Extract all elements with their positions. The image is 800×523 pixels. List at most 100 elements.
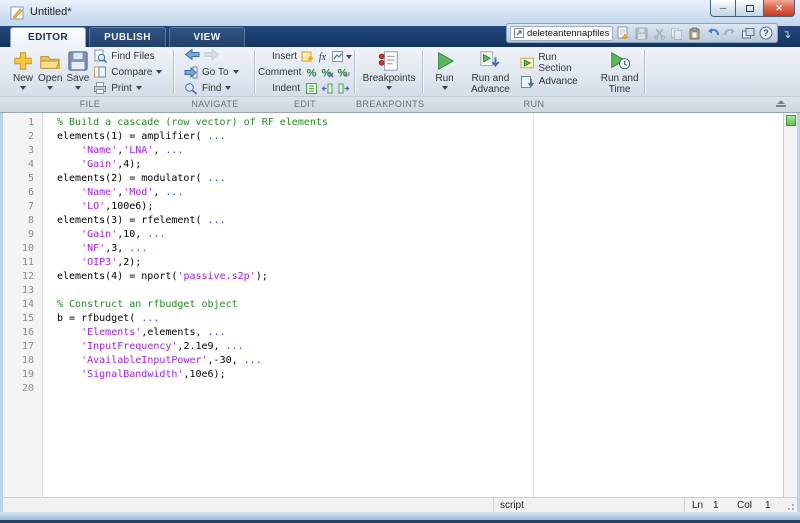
line-number[interactable]: 10 — [3, 243, 42, 257]
forward-button[interactable] — [204, 48, 220, 64]
line-number[interactable]: 12 — [3, 271, 42, 285]
collapse-ribbon-button[interactable] — [774, 100, 788, 110]
go-to-label: Go To — [202, 67, 229, 78]
save-button[interactable]: Save — [66, 47, 89, 97]
maximize-button[interactable] — [736, 0, 763, 17]
run-label: Run — [435, 73, 453, 84]
code-line[interactable] — [57, 383, 797, 397]
code-line[interactable]: 'SignalBandwidth',10e6); — [57, 369, 797, 383]
redo-button[interactable] — [722, 25, 738, 42]
new-button[interactable]: New — [12, 47, 34, 97]
insert-section-button[interactable] — [301, 50, 314, 63]
save-icon — [635, 27, 648, 40]
collapse-ribbon-icon — [777, 100, 785, 104]
compare-button[interactable]: Compare — [93, 64, 162, 80]
column-value: 1 — [765, 500, 771, 511]
save-quick-button[interactable] — [633, 25, 649, 42]
code-line[interactable]: b = rfbudget( ... — [57, 313, 797, 327]
code-editor[interactable]: 1234567891011121314151617181920 % Build … — [3, 113, 797, 497]
file-section-label: FILE — [8, 99, 172, 109]
line-number[interactable]: 9 — [3, 229, 42, 243]
tab-view[interactable]: VIEW — [169, 27, 245, 47]
search-box[interactable]: deleteantennapfiles — [510, 26, 613, 41]
back-button[interactable] — [184, 48, 200, 64]
undo-button[interactable] — [705, 25, 721, 42]
code-line[interactable]: 'InputFrequency',2.1e9, ... — [57, 341, 797, 355]
line-number[interactable]: 20 — [3, 383, 42, 397]
run-and-advance-button[interactable]: Run and Advance — [467, 47, 514, 97]
minimize-button[interactable]: ─ — [710, 0, 736, 17]
navigate-section-label: NAVIGATE — [176, 99, 254, 109]
wrap-comments-button[interactable]: % — [336, 66, 350, 79]
code-line[interactable]: elements(3) = rfelement( ... — [57, 215, 797, 229]
advance-button[interactable]: Advance — [520, 74, 591, 90]
line-number-gutter[interactable]: 1234567891011121314151617181920 — [3, 113, 43, 497]
line-number[interactable]: 2 — [3, 131, 42, 145]
code-line[interactable] — [57, 285, 797, 299]
code-line[interactable]: 'Name','Mod', ... — [57, 187, 797, 201]
line-number[interactable]: 3 — [3, 145, 42, 159]
line-number[interactable]: 14 — [3, 299, 42, 313]
insert-function-button[interactable]: fx — [316, 50, 329, 63]
find-button[interactable]: Find — [184, 80, 252, 96]
line-number[interactable]: 5 — [3, 173, 42, 187]
print-icon — [93, 81, 107, 95]
window-layout-button[interactable] — [740, 25, 756, 42]
resize-grip[interactable] — [785, 501, 794, 510]
line-number[interactable]: 11 — [3, 257, 42, 271]
indent-left-button[interactable] — [320, 82, 334, 95]
breakpoints-button[interactable]: Breakpoints — [363, 47, 416, 97]
code-line[interactable]: 'OIP3',2); — [57, 257, 797, 271]
new-script-button[interactable] — [615, 25, 631, 42]
cut-button[interactable] — [651, 25, 667, 42]
edit-section-label: EDIT — [256, 99, 354, 109]
uncomment-button[interactable]: % — [320, 66, 334, 79]
message-bar[interactable] — [783, 113, 797, 497]
code-line[interactable]: 'Elements',elements, ... — [57, 327, 797, 341]
help-button[interactable]: ? — [758, 25, 774, 42]
code-line[interactable]: 'Gain',10, ... — [57, 229, 797, 243]
tab-publish[interactable]: PUBLISH — [89, 27, 166, 47]
go-to-button[interactable]: Go To — [184, 64, 252, 80]
svg-text:fx: fx — [319, 52, 327, 63]
code-line[interactable]: elements(4) = nport('passive.s2p'); — [57, 271, 797, 285]
close-button[interactable]: ✕ — [763, 0, 795, 17]
code-line[interactable]: 'NF',3, ... — [57, 243, 797, 257]
code-line[interactable]: % Construct an rfbudget object — [57, 299, 797, 313]
paste-button[interactable] — [687, 25, 703, 42]
code-line[interactable]: 'Gain',4); — [57, 159, 797, 173]
line-number[interactable]: 7 — [3, 201, 42, 215]
code-line[interactable]: elements(1) = amplifier( ... — [57, 131, 797, 145]
run-section-button[interactable]: Run Section — [520, 55, 591, 71]
open-dropdown-icon — [47, 86, 53, 90]
code-ok-indicator[interactable] — [786, 115, 796, 126]
line-number[interactable]: 6 — [3, 187, 42, 201]
line-number[interactable]: 15 — [3, 313, 42, 327]
code-line[interactable]: 'AvailableInputPower',-30, ... — [57, 355, 797, 369]
line-number[interactable]: 17 — [3, 341, 42, 355]
line-number[interactable]: 16 — [3, 327, 42, 341]
open-button[interactable]: Open — [38, 47, 62, 97]
run-button[interactable]: Run — [428, 47, 461, 97]
code-line[interactable]: elements(2) = modulator( ... — [57, 173, 797, 187]
shortcuts-arrow-icon[interactable]: ↴ — [782, 28, 791, 41]
comment-button[interactable]: % — [304, 66, 318, 79]
code-lines[interactable]: % Build a cascade (row vector) of RF ele… — [44, 113, 797, 497]
insert-chart-button[interactable] — [331, 50, 344, 63]
print-button[interactable]: Print — [93, 80, 162, 96]
indent-right-button[interactable] — [336, 82, 350, 95]
smart-indent-button[interactable] — [304, 82, 318, 95]
tab-editor[interactable]: EDITOR — [10, 27, 86, 47]
find-files-button[interactable]: Find Files — [93, 48, 162, 64]
line-number[interactable]: 1 — [3, 117, 42, 131]
line-number[interactable]: 8 — [3, 215, 42, 229]
code-line[interactable]: 'LO',100e6); — [57, 201, 797, 215]
code-line[interactable]: % Build a cascade (row vector) of RF ele… — [57, 117, 797, 131]
line-number[interactable]: 18 — [3, 355, 42, 369]
copy-button[interactable] — [669, 25, 685, 42]
run-and-time-button[interactable]: Run and Time — [597, 47, 642, 97]
code-line[interactable]: 'Name','LNA', ... — [57, 145, 797, 159]
line-number[interactable]: 13 — [3, 285, 42, 299]
line-number[interactable]: 19 — [3, 369, 42, 383]
line-number[interactable]: 4 — [3, 159, 42, 173]
